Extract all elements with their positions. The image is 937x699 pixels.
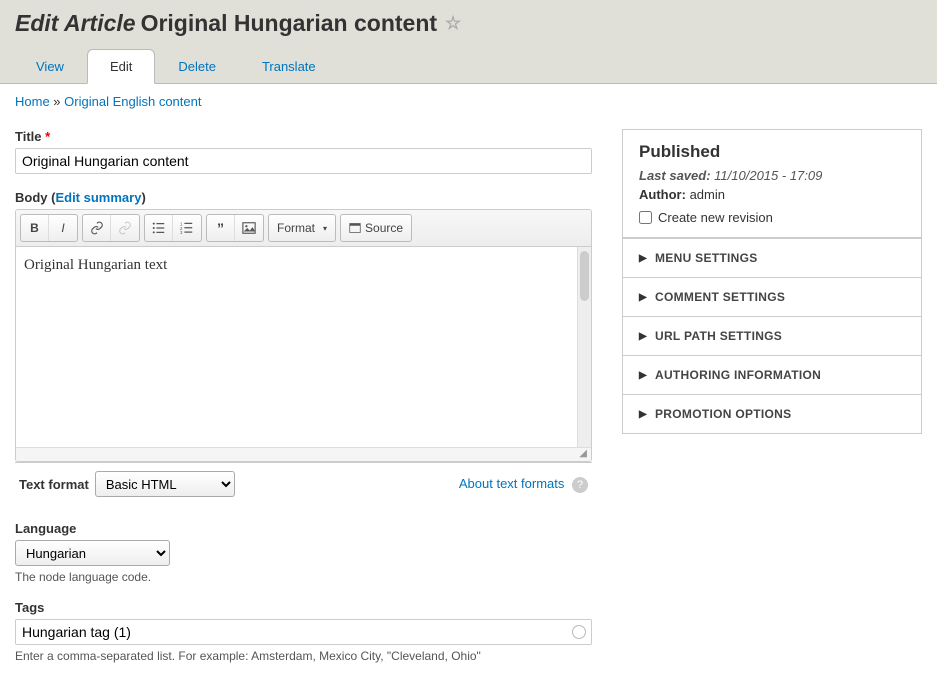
title-prefix: Edit Article: [15, 10, 136, 37]
about-text-formats-link[interactable]: About text formats: [459, 476, 565, 491]
chevron-right-icon: ▶: [639, 331, 647, 342]
language-description: The node language code.: [15, 570, 592, 584]
create-revision-checkbox[interactable]: [639, 211, 652, 224]
breadcrumb: Home » Original English content: [15, 94, 922, 109]
unlink-button[interactable]: [111, 215, 139, 241]
section-menu-settings[interactable]: ▶ MENU SETTINGS: [623, 238, 921, 277]
rich-text-editor: B I: [15, 209, 592, 462]
create-revision-checkbox-label[interactable]: Create new revision: [639, 210, 905, 225]
chevron-right-icon: ▶: [639, 292, 647, 303]
section-promotion-options[interactable]: ▶ PROMOTION OPTIONS: [623, 394, 921, 433]
tab-delete[interactable]: Delete: [155, 49, 239, 83]
autocomplete-icon: [572, 625, 586, 639]
language-select[interactable]: Hungarian: [15, 540, 170, 566]
tags-input[interactable]: [15, 619, 592, 645]
numbered-list-button[interactable]: 123: [173, 215, 201, 241]
chevron-down-icon: ▾: [323, 224, 327, 233]
language-label: Language: [15, 521, 592, 536]
help-icon[interactable]: ?: [572, 477, 588, 493]
tags-description: Enter a comma-separated list. For exampl…: [15, 649, 592, 663]
tab-view[interactable]: View: [13, 49, 87, 83]
author-info: Author: admin: [639, 187, 905, 202]
chevron-right-icon: ▶: [639, 253, 647, 264]
page-title: Edit Article Original Hungarian content …: [15, 10, 922, 37]
format-dropdown[interactable]: Format ▾: [269, 215, 335, 241]
sidebar-panel: Published Last saved: 11/10/2015 - 17:09…: [622, 129, 922, 434]
text-format-select[interactable]: Basic HTML: [95, 471, 235, 497]
required-marker: *: [45, 129, 50, 144]
section-url-path-settings[interactable]: ▶ URL PATH SETTINGS: [623, 316, 921, 355]
edit-summary-link[interactable]: Edit summary: [55, 190, 141, 205]
text-format-label: Text format: [19, 477, 89, 492]
bullet-list-button[interactable]: [145, 215, 173, 241]
body-label: Body (Edit summary): [15, 190, 592, 205]
star-icon[interactable]: ☆: [445, 13, 461, 34]
svg-text:3: 3: [180, 230, 183, 235]
blockquote-button[interactable]: ”: [207, 215, 235, 241]
title-label: Title *: [15, 129, 592, 144]
tags-label: Tags: [15, 600, 592, 615]
section-comment-settings[interactable]: ▶ COMMENT SETTINGS: [623, 277, 921, 316]
image-button[interactable]: [235, 215, 263, 241]
bold-button[interactable]: B: [21, 215, 49, 241]
publish-status: Published: [639, 142, 905, 162]
title-name: Original Hungarian content: [141, 10, 437, 37]
last-saved: Last saved: 11/10/2015 - 17:09: [639, 168, 905, 183]
editor-resize-handle[interactable]: ◢: [16, 447, 591, 461]
tab-translate[interactable]: Translate: [239, 49, 339, 83]
source-button[interactable]: Source: [341, 215, 411, 241]
breadcrumb-home[interactable]: Home: [15, 94, 50, 109]
section-authoring-information[interactable]: ▶ AUTHORING INFORMATION: [623, 355, 921, 394]
link-button[interactable]: [83, 215, 111, 241]
chevron-right-icon: ▶: [639, 370, 647, 381]
breadcrumb-current[interactable]: Original English content: [64, 94, 201, 109]
chevron-right-icon: ▶: [639, 409, 647, 420]
editor-content[interactable]: Original Hungarian text: [16, 247, 577, 447]
primary-tabs: View Edit Delete Translate: [13, 49, 922, 83]
title-input[interactable]: [15, 148, 592, 174]
editor-scrollbar[interactable]: [577, 247, 591, 447]
italic-button[interactable]: I: [49, 215, 77, 241]
tab-edit[interactable]: Edit: [87, 49, 155, 84]
editor-toolbar: B I: [16, 210, 591, 247]
